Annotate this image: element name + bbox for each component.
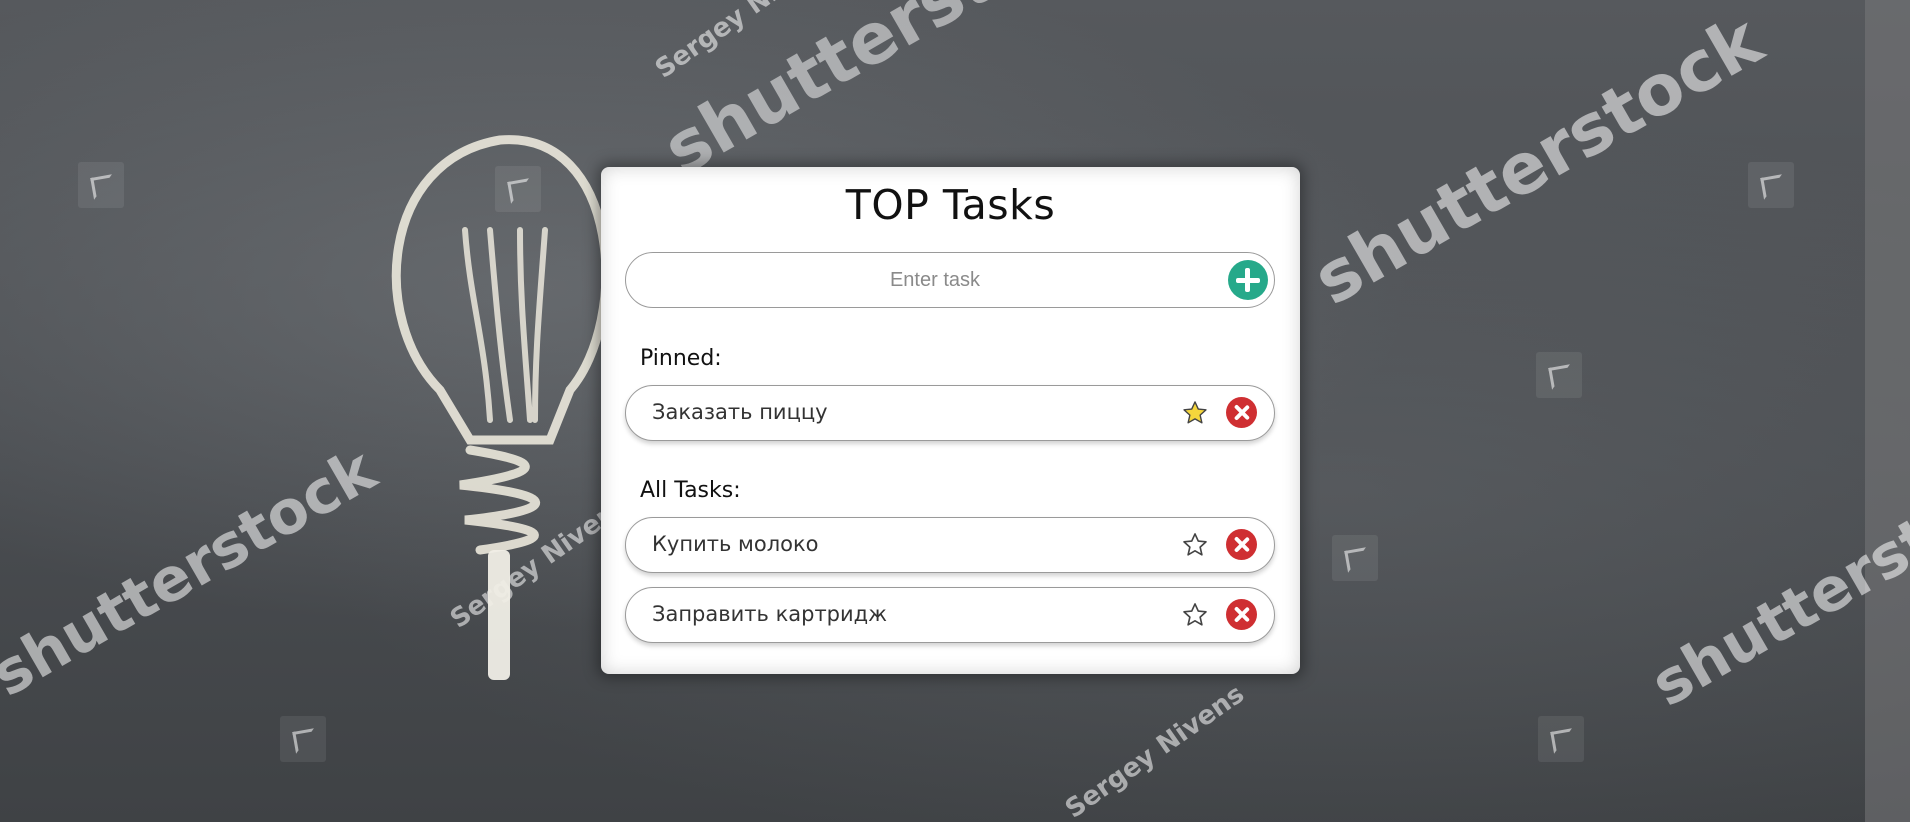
watermark: Sergey Nivens <box>1060 679 1250 822</box>
delete-task-button[interactable] <box>1226 397 1257 428</box>
task-text: Заказать пиццу <box>652 400 828 424</box>
star-filled-icon[interactable] <box>1181 399 1209 427</box>
task-input[interactable] <box>626 253 1216 307</box>
task-row[interactable]: Заправить картридж <box>625 587 1275 643</box>
watermark-logo <box>78 162 124 208</box>
all-tasks-section-label: All Tasks: <box>640 478 741 503</box>
watermark: shutterstock <box>0 435 388 711</box>
background-edge-strip <box>1865 0 1910 822</box>
task-card: TOP Tasks Pinned: Заказать пиццу All Tas… <box>601 167 1300 674</box>
task-row-pinned[interactable]: Заказать пиццу <box>625 385 1275 441</box>
task-text: Заправить картридж <box>652 602 888 626</box>
watermark-logo <box>1538 716 1584 762</box>
delete-task-button[interactable] <box>1226 529 1257 560</box>
lightbulb-drawing <box>391 135 611 680</box>
watermark-logo <box>1332 535 1378 581</box>
app-title: TOP Tasks <box>845 181 1056 229</box>
watermark-logo <box>1748 162 1794 208</box>
pinned-section-label: Pinned: <box>640 346 722 371</box>
task-input-wrapper <box>625 252 1275 308</box>
watermark: shutterstock <box>1300 0 1776 322</box>
star-outline-icon[interactable] <box>1181 531 1209 559</box>
task-text: Купить молоко <box>652 532 819 556</box>
task-row[interactable]: Купить молоко <box>625 517 1275 573</box>
watermark-logo <box>280 716 326 762</box>
add-task-button[interactable] <box>1228 260 1268 300</box>
star-outline-icon[interactable] <box>1181 601 1209 629</box>
delete-task-button[interactable] <box>1226 599 1257 630</box>
watermark-logo <box>1536 352 1582 398</box>
